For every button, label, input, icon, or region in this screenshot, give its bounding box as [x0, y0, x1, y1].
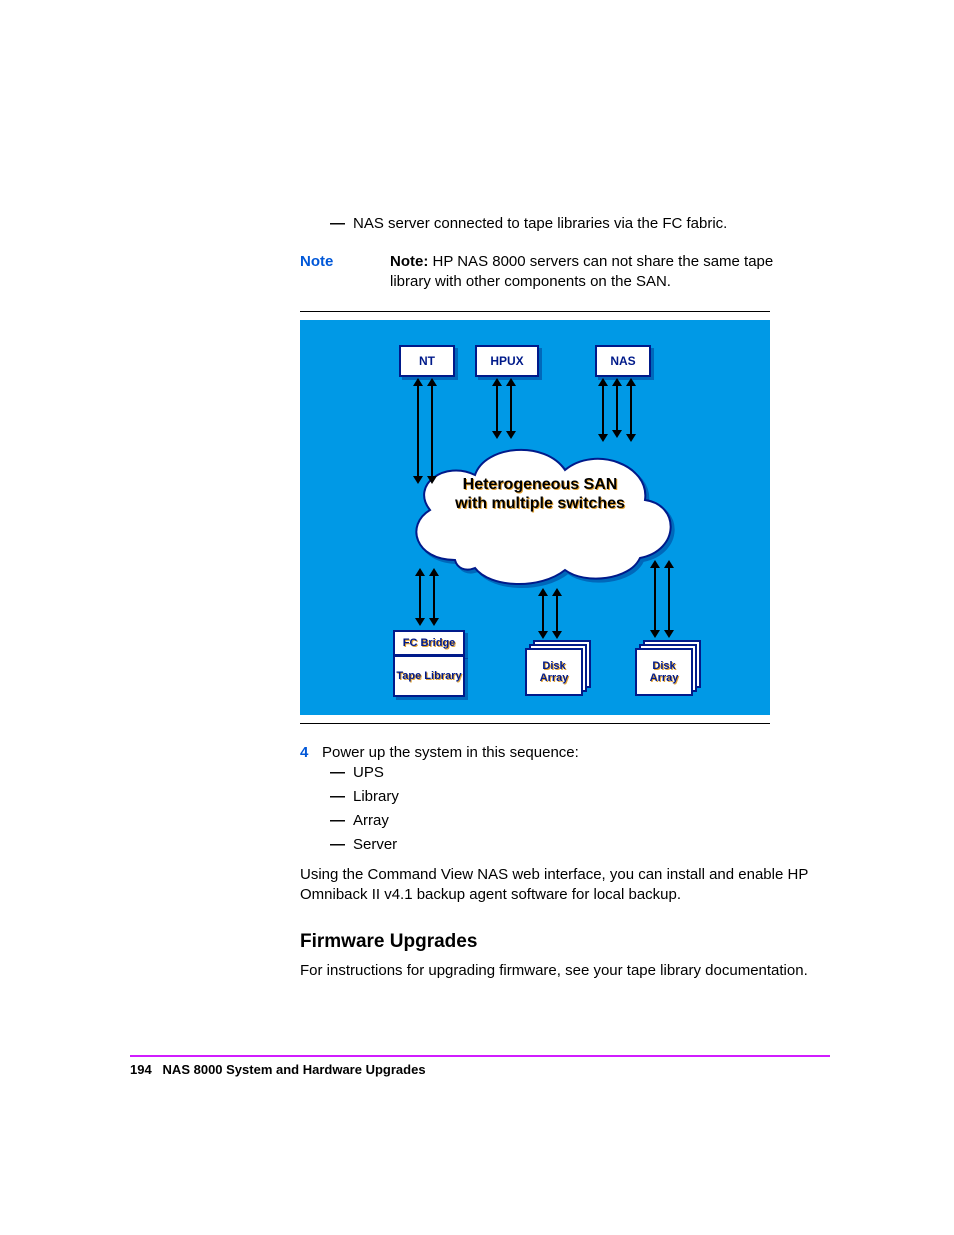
box-fcbridge: FC Bridge: [393, 630, 465, 656]
footer-title: NAS 8000 System and Hardware Upgrades: [163, 1062, 426, 1077]
box-nas: NAS: [595, 345, 651, 377]
stack-disk2: Disk Array: [635, 640, 697, 692]
arrows-disk1: [538, 588, 562, 639]
page-footer: 194 NAS 8000 System and Hardware Upgrade…: [130, 1062, 426, 1077]
list-item: —Server: [330, 833, 830, 857]
dash-icon: —: [330, 833, 345, 857]
cloud-label: Heterogeneous SAN with multiple switches: [450, 475, 630, 513]
note-bold: Note:: [390, 253, 428, 270]
list-item: —Array: [330, 809, 830, 833]
arrows-tape: [415, 568, 439, 626]
arrows-disk2: [650, 560, 674, 638]
note-label: Note: [300, 252, 390, 291]
paragraph-firmware: For instructions for upgrading firmware,…: [300, 961, 830, 981]
note-text: Note: HP NAS 8000 servers can not share …: [390, 252, 790, 291]
bullet-text: NAS server connected to tape libraries v…: [353, 215, 727, 232]
page-number: 194: [130, 1062, 152, 1077]
step-text: Power up the system in this sequence:: [322, 744, 579, 761]
dash-icon: —: [330, 785, 345, 809]
step-number: 4: [300, 744, 322, 761]
box-tapelib: Tape Library: [393, 655, 465, 697]
arrows-hpux: [492, 378, 516, 439]
page-content: — NAS server connected to tape libraries…: [130, 215, 830, 981]
list-item: —UPS: [330, 761, 830, 785]
note-block: Note Note: HP NAS 8000 servers can not s…: [300, 252, 830, 291]
arrows-nas: [598, 378, 636, 442]
list-item: —Library: [330, 785, 830, 809]
bullet-item: — NAS server connected to tape libraries…: [330, 215, 830, 232]
note-body: HP NAS 8000 servers can not share the sa…: [390, 253, 773, 290]
arrows-nt: [413, 378, 437, 484]
heading-firmware-upgrades: Firmware Upgrades: [300, 931, 830, 953]
footer-rule: [130, 1055, 830, 1057]
rule-top: [300, 311, 770, 312]
dash-icon: —: [330, 809, 345, 833]
step-4: 4 Power up the system in this sequence:: [300, 744, 830, 761]
stack-disk1: Disk Array: [525, 640, 587, 692]
box-nt: NT: [399, 345, 455, 377]
rule-bottom: [300, 723, 770, 724]
power-sequence-list: —UPS —Library —Array —Server: [330, 761, 830, 857]
dash-icon: —: [330, 215, 345, 232]
dash-icon: —: [330, 761, 345, 785]
box-hpux: HPUX: [475, 345, 539, 377]
paragraph-omniback: Using the Command View NAS web interface…: [300, 865, 830, 906]
san-diagram: NT HPUX NAS Heterogeneous SAN with multi…: [300, 320, 770, 715]
